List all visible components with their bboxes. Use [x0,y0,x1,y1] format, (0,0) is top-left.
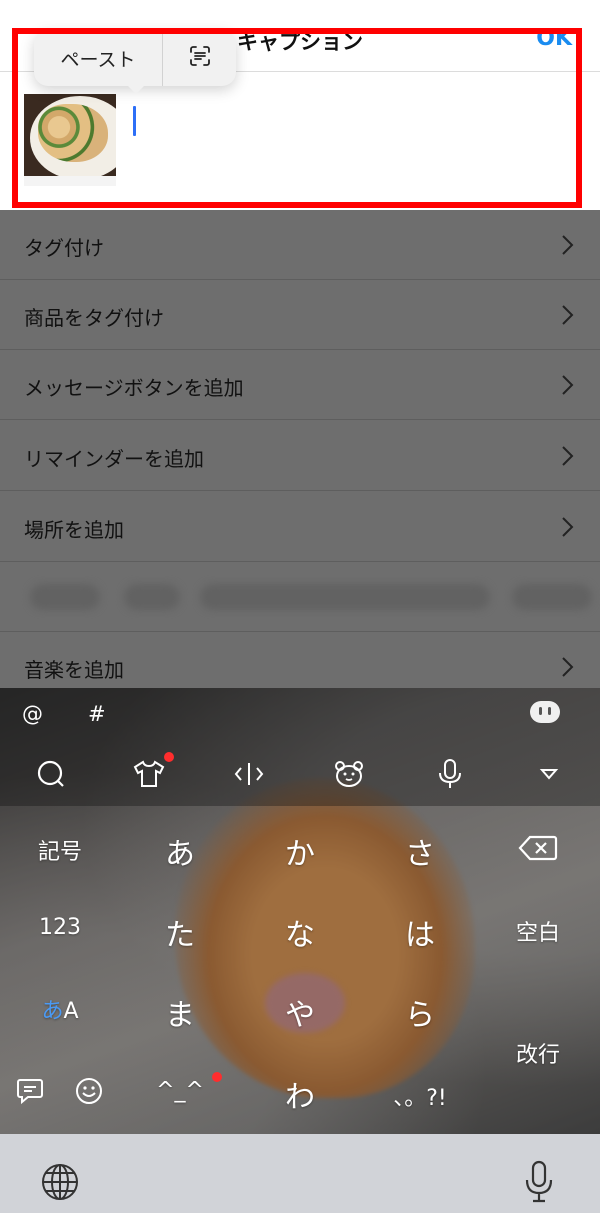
shirt-icon[interactable] [131,758,167,790]
hash-key[interactable]: # [88,702,106,726]
key-wa[interactable]: わ [260,1072,340,1116]
key-ra[interactable]: ら [380,990,460,1034]
symbol-key[interactable]: 記号 [20,834,100,866]
menu-item-tag-products[interactable]: 商品をタグ付け [0,280,600,350]
search-icon[interactable] [32,758,68,790]
key-ha[interactable]: は [380,910,460,954]
menu-item-message-button[interactable]: メッセージボタンを追加 [0,350,600,420]
kaomoji-key[interactable]: ^_^ [140,1078,220,1103]
menu-item-label: メッセージボタンを追加 [24,376,244,400]
key-a[interactable]: あ [140,829,220,873]
menu-item-label: 商品をタグ付け [24,306,164,330]
ok-button[interactable]: OK [536,26,572,51]
notification-dot [212,1072,222,1082]
key-sa[interactable]: さ [380,829,460,873]
mic-icon[interactable] [432,758,468,790]
punctuation-key[interactable]: 、。?! [380,1080,460,1112]
post-thumbnail [24,94,116,186]
menu-item-location[interactable]: 場所を追加 [0,492,600,562]
scan-text-button[interactable] [163,30,236,86]
keyboard-bottom-bar [0,1134,600,1213]
key-na[interactable]: な [260,910,340,954]
key-ya[interactable]: や [260,990,340,1034]
chevron-right-icon [560,234,574,260]
at-key[interactable]: @ [22,702,43,726]
mode-alpha-label: A [63,999,79,1024]
comment-icon[interactable] [16,1077,44,1109]
keyboard: @ # 記号 あ か さ 123 た な は 空白 あA ま や ら 改行 ^_… [0,688,600,1134]
cursor-icon[interactable] [231,758,267,790]
chevron-right-icon [560,656,574,682]
chevron-right-icon [560,374,574,400]
location-suggestions [0,562,600,632]
collapse-icon[interactable] [531,758,567,790]
mode-kana-label: あ [41,999,64,1024]
key-ka[interactable]: か [260,829,340,873]
edit-menu-popup: ペースト [34,30,236,86]
backspace-icon[interactable] [518,834,558,866]
menu-item-tag[interactable]: タグ付け [0,210,600,280]
paste-button[interactable]: ペースト [34,30,162,86]
scan-text-icon [188,44,212,72]
bear-face-icon[interactable] [331,758,367,790]
popup-pointer [126,84,146,94]
key-ta[interactable]: た [140,910,220,954]
assistant-icon[interactable] [528,698,562,732]
space-key[interactable]: 空白 [498,915,578,947]
globe-icon[interactable] [40,1162,80,1206]
dictation-mic-icon[interactable] [524,1160,554,1208]
notification-dot [164,752,174,762]
chevron-right-icon [560,445,574,471]
emoji-icon[interactable] [75,1077,103,1109]
return-key[interactable]: 改行 [498,1037,578,1069]
text-cursor [133,106,136,136]
key-ma[interactable]: ま [140,990,220,1034]
chevron-right-icon [560,516,574,542]
menu-item-label: 音楽を追加 [24,658,124,682]
chevron-right-icon [560,304,574,330]
menu-item-label: リマインダーを追加 [24,447,204,471]
number-key[interactable]: 123 [20,915,100,940]
input-mode-key[interactable]: あA [20,993,100,1025]
menu-item-reminder[interactable]: リマインダーを追加 [0,421,600,491]
post-options-list: タグ付け 商品をタグ付け メッセージボタンを追加 リマインダーを追加 場所を追加 [0,210,600,702]
caption-editor[interactable] [0,72,600,210]
menu-item-label: 場所を追加 [24,518,124,542]
menu-item-label: タグ付け [24,236,104,260]
